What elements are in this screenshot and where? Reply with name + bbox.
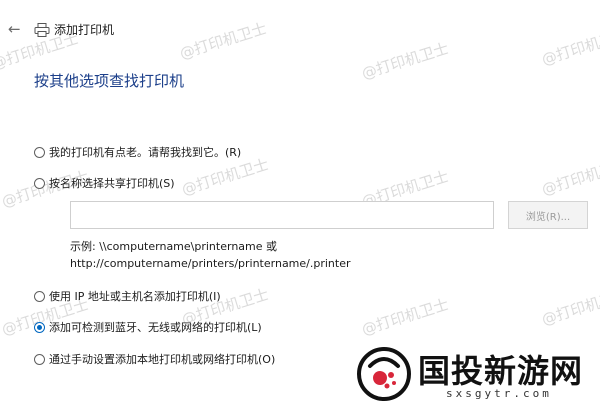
option-add-bluetooth-wireless[interactable]: 添加可检测到蓝牙、无线或网络的打印机(L): [34, 318, 262, 336]
watermark: @打印机卫士: [359, 295, 451, 339]
option-add-local-manual[interactable]: 通过手动设置添加本地打印机或网络打印机(O): [34, 350, 275, 368]
browse-button[interactable]: 浏览(R)...: [508, 201, 588, 229]
option-add-by-ip[interactable]: 使用 IP 地址或主机名添加打印机(I): [34, 287, 221, 305]
option-label: 我的打印机有点老。请帮我找到它。(R): [49, 146, 242, 159]
watermark: @打印机卫士: [539, 285, 600, 329]
example-text-line-2: http://computername/printers/printername…: [70, 257, 351, 270]
radio-button[interactable]: [34, 146, 45, 158]
radio-button[interactable]: [34, 177, 45, 189]
option-label: 按名称选择共享打印机(S): [49, 177, 175, 190]
printer-icon: [34, 22, 50, 37]
logo-icon: [356, 346, 412, 402]
logo-brand-text: 国投新游网: [418, 352, 584, 390]
shared-printer-name-input[interactable]: [70, 201, 494, 229]
title-bar: ← 添加打印机: [0, 18, 600, 42]
watermark: @打印机卫士: [539, 155, 600, 199]
option-label: 使用 IP 地址或主机名添加打印机(I): [49, 290, 221, 303]
option-printer-old[interactable]: 我的打印机有点老。请帮我找到它。(R): [34, 143, 241, 161]
window-title: 添加打印机: [54, 23, 115, 37]
back-arrow-icon[interactable]: ←: [8, 20, 21, 38]
radio-button[interactable]: [34, 353, 45, 365]
watermark: @打印机卫士: [359, 39, 451, 83]
option-label: 添加可检测到蓝牙、无线或网络的打印机(L): [49, 321, 262, 334]
radio-button[interactable]: [34, 321, 45, 333]
logo-url-text: sxsgytr.com: [446, 387, 552, 400]
page-heading: 按其他选项查找打印机: [34, 72, 185, 90]
option-label: 通过手动设置添加本地打印机或网络打印机(O): [49, 353, 276, 366]
example-text-line-1: 示例: \\computername\printername 或: [70, 240, 278, 253]
option-shared-printer-by-name[interactable]: 按名称选择共享打印机(S): [34, 174, 175, 192]
radio-button[interactable]: [34, 290, 45, 302]
